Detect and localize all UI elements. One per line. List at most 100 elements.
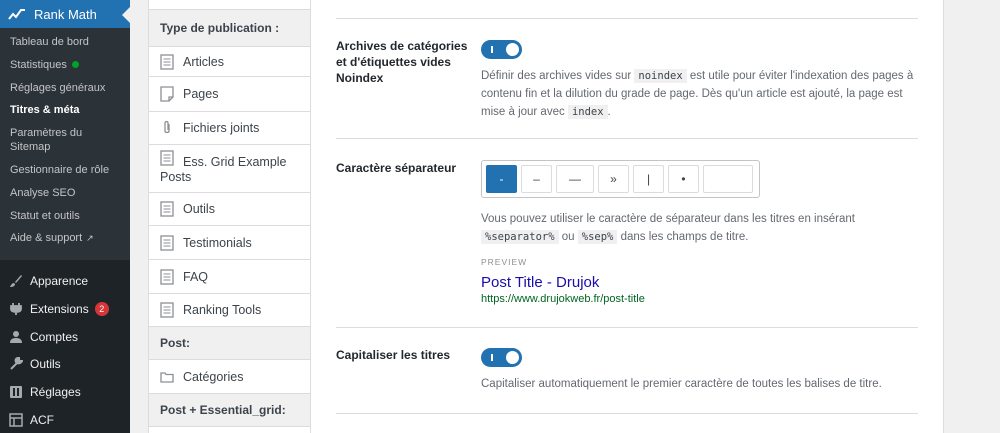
section-header-label: Type de publication : bbox=[160, 21, 280, 35]
desc-text: ou bbox=[561, 231, 575, 243]
menu-rank-math-label: Rank Math bbox=[34, 6, 97, 22]
list-item-partial[interactable] bbox=[149, 0, 310, 10]
external-link-icon: ↗ bbox=[86, 233, 94, 244]
code-index: index bbox=[567, 105, 608, 119]
nav-item-label: Catégories bbox=[183, 369, 244, 384]
nav-item-outils[interactable]: Outils bbox=[149, 193, 310, 226]
nav-item-label: Pages bbox=[183, 87, 219, 101]
document-icon bbox=[160, 268, 174, 285]
brush-icon bbox=[9, 274, 23, 288]
nav-item-testimonials[interactable]: Testimonials bbox=[149, 226, 310, 260]
plugin-icon bbox=[9, 302, 23, 316]
separator-option-raquo[interactable]: » bbox=[598, 165, 629, 193]
settings-icon bbox=[9, 385, 23, 399]
setting-label-noindex: Archives de catégories et d'étiquettes v… bbox=[336, 39, 468, 85]
toggle-capitalize-titles[interactable] bbox=[481, 348, 522, 367]
menu-label: ACF bbox=[30, 413, 54, 428]
menu-label: Comptes bbox=[30, 329, 79, 344]
separator-option-hyphen[interactable]: - bbox=[486, 165, 517, 193]
nav-item-label: Outils bbox=[183, 202, 215, 216]
menu-label: Apparence bbox=[30, 274, 89, 289]
submenu-tableau-de-bord[interactable]: Tableau de bord bbox=[0, 35, 130, 49]
rank-math-logo-icon bbox=[8, 9, 25, 20]
separator-option-em-dash[interactable]: — bbox=[556, 165, 594, 193]
nav-item-label: Ess. Grid Example Posts bbox=[160, 155, 287, 184]
update-count-badge: 2 bbox=[94, 301, 109, 316]
list-item-partial[interactable] bbox=[149, 427, 310, 433]
separator-selector: - – — » | • bbox=[481, 160, 760, 198]
submenu-reglages-generaux[interactable]: Réglages généraux bbox=[0, 81, 130, 95]
section-header-label: Post + Essential_grid: bbox=[160, 403, 286, 417]
post-types-panel: Type de publication : Articles Pages Fic… bbox=[148, 0, 311, 433]
menu-apparence[interactable]: Apparence bbox=[0, 267, 130, 295]
nav-item-label: Articles bbox=[183, 54, 224, 69]
document-icon bbox=[160, 201, 174, 217]
folder-icon bbox=[160, 371, 174, 383]
nav-item-label: Ranking Tools bbox=[183, 303, 262, 317]
divider bbox=[336, 18, 918, 19]
menu-reglages[interactable]: Réglages bbox=[0, 378, 130, 406]
nav-item-pages[interactable]: Pages bbox=[149, 77, 310, 112]
preview-title: Post Title - Drujok bbox=[481, 274, 600, 291]
section-header-post-essential-grid: Post + Essential_grid: bbox=[149, 394, 310, 427]
menu-extensions[interactable]: Extensions 2 bbox=[0, 295, 130, 323]
wrench-icon bbox=[9, 357, 23, 371]
document-icon bbox=[160, 53, 174, 70]
code-noindex: noindex bbox=[634, 69, 687, 83]
user-icon bbox=[9, 330, 23, 344]
menu-label: Outils bbox=[30, 357, 61, 372]
setting-desc-noindex: Définir des archives vides sur noindex e… bbox=[481, 67, 926, 121]
submenu-label: Paramètres du Sitemap bbox=[10, 127, 83, 154]
section-header-post: Post: bbox=[149, 327, 310, 360]
setting-label-capitalize: Capitaliser les titres bbox=[336, 348, 451, 362]
section-header-post-types: Type de publication : bbox=[149, 10, 310, 47]
nav-item-label: FAQ bbox=[183, 269, 209, 284]
menu-rank-math[interactable]: Rank Math bbox=[0, 0, 130, 28]
submenu-gestionnaire-role[interactable]: Gestionnaire de rôle bbox=[0, 163, 130, 177]
nav-item-ess-grid-posts[interactable]: Ess. Grid Example Posts bbox=[149, 145, 310, 193]
desc-text: dans les champs de titre. bbox=[620, 231, 749, 243]
admin-sidebar: Rank Math Tableau de bord Statistiques R… bbox=[0, 0, 130, 433]
setting-label-separator: Caractère séparateur bbox=[336, 161, 457, 175]
toggle-on-indicator-icon bbox=[491, 46, 493, 53]
submenu-label: Réglages généraux bbox=[10, 81, 106, 94]
document-icon bbox=[160, 234, 174, 251]
separator-option-en-dash[interactable]: – bbox=[521, 165, 552, 193]
nav-item-label: Fichiers joints bbox=[183, 121, 260, 135]
code-sep: %sep% bbox=[577, 230, 618, 244]
paperclip-icon bbox=[164, 120, 170, 134]
submenu-titres-meta[interactable]: Titres & méta bbox=[0, 103, 130, 117]
status-dot-icon bbox=[71, 61, 79, 69]
admin-main-menu: Apparence Extensions 2 Comptes Outils Ré… bbox=[0, 260, 130, 433]
menu-label: Réglages bbox=[30, 385, 81, 400]
submenu-label: Tableau de bord bbox=[10, 36, 89, 48]
toggle-on-indicator-icon bbox=[491, 354, 493, 361]
menu-acf[interactable]: ACF bbox=[0, 406, 130, 433]
separator-custom-input[interactable] bbox=[703, 165, 753, 193]
preview-label: PREVIEW bbox=[481, 257, 528, 267]
submenu-statut-outils[interactable]: Statut et outils bbox=[0, 209, 130, 223]
rank-math-submenu: Tableau de bord Statistiques Réglages gé… bbox=[0, 28, 130, 261]
nav-item-categories[interactable]: Catégories bbox=[149, 360, 310, 394]
preview-url: https://www.drujokweb.fr/post-title bbox=[481, 293, 645, 305]
submenu-sitemap[interactable]: Paramètres du Sitemap bbox=[0, 126, 110, 154]
submenu-label: Aide & support bbox=[10, 232, 83, 245]
setting-desc-separator: Vous pouvez utiliser le caractère de sép… bbox=[481, 210, 926, 246]
submenu-analyse-seo[interactable]: Analyse SEO bbox=[0, 186, 130, 200]
page-icon bbox=[160, 86, 174, 102]
menu-comptes[interactable]: Comptes bbox=[0, 323, 130, 351]
menu-outils[interactable]: Outils bbox=[0, 351, 130, 379]
submenu-label: Titres & méta bbox=[10, 104, 80, 117]
nav-item-articles[interactable]: Articles bbox=[149, 47, 310, 77]
nav-item-fichiers-joints[interactable]: Fichiers joints bbox=[149, 112, 310, 145]
toggle-noindex-empty-archives[interactable] bbox=[481, 40, 522, 59]
submenu-statistiques[interactable]: Statistiques bbox=[0, 58, 130, 72]
separator-option-bullet[interactable]: • bbox=[668, 165, 699, 193]
separator-option-pipe[interactable]: | bbox=[633, 165, 664, 193]
nav-item-ranking-tools[interactable]: Ranking Tools bbox=[149, 294, 310, 327]
menu-label: Extensions bbox=[30, 301, 89, 316]
nav-item-faq[interactable]: FAQ bbox=[149, 260, 310, 294]
desc-text: Vous pouvez utiliser le caractère de sép… bbox=[481, 213, 855, 225]
submenu-aide-support[interactable]: Aide & support ↗ bbox=[0, 231, 130, 245]
nav-item-label: Testimonials bbox=[183, 235, 252, 250]
